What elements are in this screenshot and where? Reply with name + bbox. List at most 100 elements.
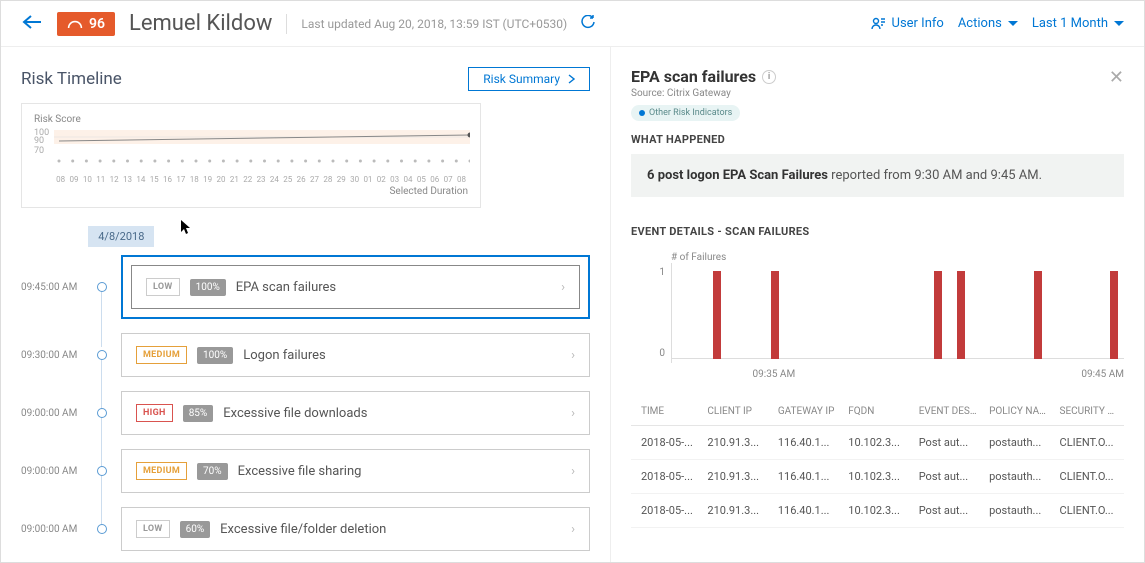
spark-x-tick: 09 (67, 175, 80, 184)
timeline-card-selected[interactable]: LOW 100% EPA scan failures › (121, 255, 590, 319)
range-dropdown[interactable]: Last 1 Month (1032, 16, 1124, 31)
spark-x-tick: 02 (375, 175, 388, 184)
severity-badge: LOW (136, 520, 170, 538)
table-cell: Post aut... (913, 426, 983, 460)
timeline-time: 09:00:00 AM (21, 466, 91, 477)
spark-x-tick: 26 (294, 175, 307, 184)
timeline-item-title: Excessive file downloads (223, 406, 561, 421)
spark-x-tick: 19 (201, 175, 214, 184)
spark-footer: Selected Duration (34, 186, 468, 197)
timeline-card[interactable]: HIGH 85% Excessive file downloads › (121, 391, 590, 435)
user-info-button[interactable]: User Info (870, 16, 944, 32)
timeline-time: 09:30:00 AM (21, 350, 91, 361)
sparkline-card: Risk Score 100 90 70 0809101112131415161… (21, 103, 481, 208)
table-header-cell[interactable]: TIME (631, 398, 701, 426)
percent-badge: 85% (183, 405, 214, 422)
spark-x-tick: 15 (148, 175, 161, 184)
spark-x-tick: 27 (308, 175, 321, 184)
table-row[interactable]: 2018-05-...210.91.3...116.40.1...10.102.… (631, 460, 1124, 494)
chart-bars (671, 263, 1124, 363)
risk-summary-button[interactable]: Risk Summary (468, 67, 590, 91)
spark-x-tick: 01 (361, 175, 374, 184)
source-value: Citrix Gateway (667, 88, 731, 99)
table-cell: 210.91.3... (701, 494, 771, 528)
actions-label: Actions (958, 16, 1002, 31)
info-icon[interactable]: i (762, 70, 776, 84)
table-cell: Post aut... (913, 460, 983, 494)
timeline-card[interactable]: MEDIUM 70% Excessive file sharing › (121, 449, 590, 493)
spark-y-2: 70 (34, 146, 44, 156)
timeline-card[interactable]: MEDIUM 100% Logon failures › (121, 333, 590, 377)
spark-x-axis: 0809101112131415161718192021222324252627… (54, 175, 468, 184)
table-header-cell[interactable]: FQDN (842, 398, 912, 426)
actions-dropdown[interactable]: Actions (958, 16, 1018, 31)
timeline-card[interactable]: LOW 60% Excessive file/folder deletion › (121, 507, 590, 551)
gauge-icon (67, 19, 83, 29)
risk-tag-chip: Other Risk Indicators (631, 105, 740, 121)
user-name: Lemuel Kildow (129, 11, 272, 36)
timeline-item-title: Excessive file sharing (238, 464, 561, 479)
header-divider (286, 14, 287, 34)
what-happened-head: WHAT HAPPENED (631, 133, 1124, 146)
chart-ytick-1: 0 (631, 348, 665, 359)
spark-x-tick: 05 (415, 175, 428, 184)
scan-failures-table: TIMECLIENT IPGATEWAY IPFQDNEVENT DESCRIP… (631, 398, 1124, 528)
timeline-panel: Risk Timeline Risk Summary Risk Score 10… (1, 47, 611, 562)
risk-summary-label: Risk Summary (483, 72, 560, 86)
spark-x-tick: 07 (441, 175, 454, 184)
sparkline-chart[interactable]: 100 90 70 (34, 125, 470, 175)
table-header-cell[interactable]: EVENT DESCRI (913, 398, 983, 426)
spark-x-tick: 22 (241, 175, 254, 184)
table-cell: 10.102.3... (842, 426, 912, 460)
table-cell: postauth... (983, 426, 1053, 460)
timeline-dot (97, 350, 107, 360)
spark-x-tick: 11 (94, 175, 107, 184)
spark-x-tick: 28 (321, 175, 334, 184)
table-header-row: TIMECLIENT IPGATEWAY IPFQDNEVENT DESCRIP… (631, 398, 1124, 426)
spark-x-tick: 18 (188, 175, 201, 184)
chevron-right-icon: › (571, 522, 575, 537)
table-cell: 2018-05-... (631, 426, 701, 460)
severity-badge: MEDIUM (136, 462, 187, 480)
chart-ylabel: # of Failures (671, 252, 1124, 263)
user-info-label: User Info (892, 16, 944, 31)
severity-badge: HIGH (136, 404, 173, 422)
spark-x-tick: 21 (228, 175, 241, 184)
page-header: 96 Lemuel Kildow Last updated Aug 20, 20… (1, 1, 1144, 47)
user-card-icon (870, 16, 886, 32)
timeline-title: Risk Timeline (21, 69, 122, 89)
spark-x-tick: 23 (254, 175, 267, 184)
spark-dots (58, 160, 471, 163)
chart-bar (957, 271, 965, 359)
range-label: Last 1 Month (1032, 16, 1108, 31)
spark-x-tick: 08 (54, 175, 67, 184)
back-icon[interactable] (21, 14, 43, 34)
close-icon[interactable]: ✕ (1109, 67, 1124, 88)
table-header-cell[interactable]: GATEWAY IP (772, 398, 842, 426)
timeline-row: 09:00:00 AM MEDIUM 70% Excessive file sh… (21, 449, 590, 493)
detail-panel: EPA scan failures i Source: Citrix Gatew… (611, 47, 1144, 562)
chart-bar (713, 271, 721, 359)
table-header-cell[interactable]: CLIENT IP (701, 398, 771, 426)
chevron-right-icon (568, 74, 575, 84)
chart-ytick-0: 1 (631, 267, 665, 278)
spark-x-tick: 06 (428, 175, 441, 184)
what-happened-box: 6 post logon EPA Scan Failures reported … (631, 154, 1124, 197)
spark-x-tick: 12 (107, 175, 120, 184)
severity-badge: LOW (146, 278, 180, 296)
spark-x-tick: 08 (455, 175, 468, 184)
table-header-cell[interactable]: SECURITY EXPR (1054, 398, 1124, 426)
table-row[interactable]: 2018-05-...210.91.3...116.40.1...10.102.… (631, 494, 1124, 528)
what-happened-rest: reported from 9:30 AM and 9:45 AM. (828, 168, 1042, 183)
app-root: 96 Lemuel Kildow Last updated Aug 20, 20… (0, 0, 1145, 563)
table-row[interactable]: 2018-05-...210.91.3...116.40.1...10.102.… (631, 426, 1124, 460)
table-cell: 116.40.1... (772, 494, 842, 528)
timeline-row: 09:00:00 AM LOW 60% Excessive file/folde… (21, 507, 590, 551)
refresh-icon[interactable] (581, 15, 595, 33)
main-content: Risk Timeline Risk Summary Risk Score 10… (1, 47, 1144, 562)
table-cell: CLIENT.O... (1054, 460, 1124, 494)
table-header-cell[interactable]: POLICY NAME (983, 398, 1053, 426)
table-cell: 210.91.3... (701, 426, 771, 460)
table-cell: 210.91.3... (701, 460, 771, 494)
timeline-time: 09:45:00 AM (21, 282, 91, 293)
